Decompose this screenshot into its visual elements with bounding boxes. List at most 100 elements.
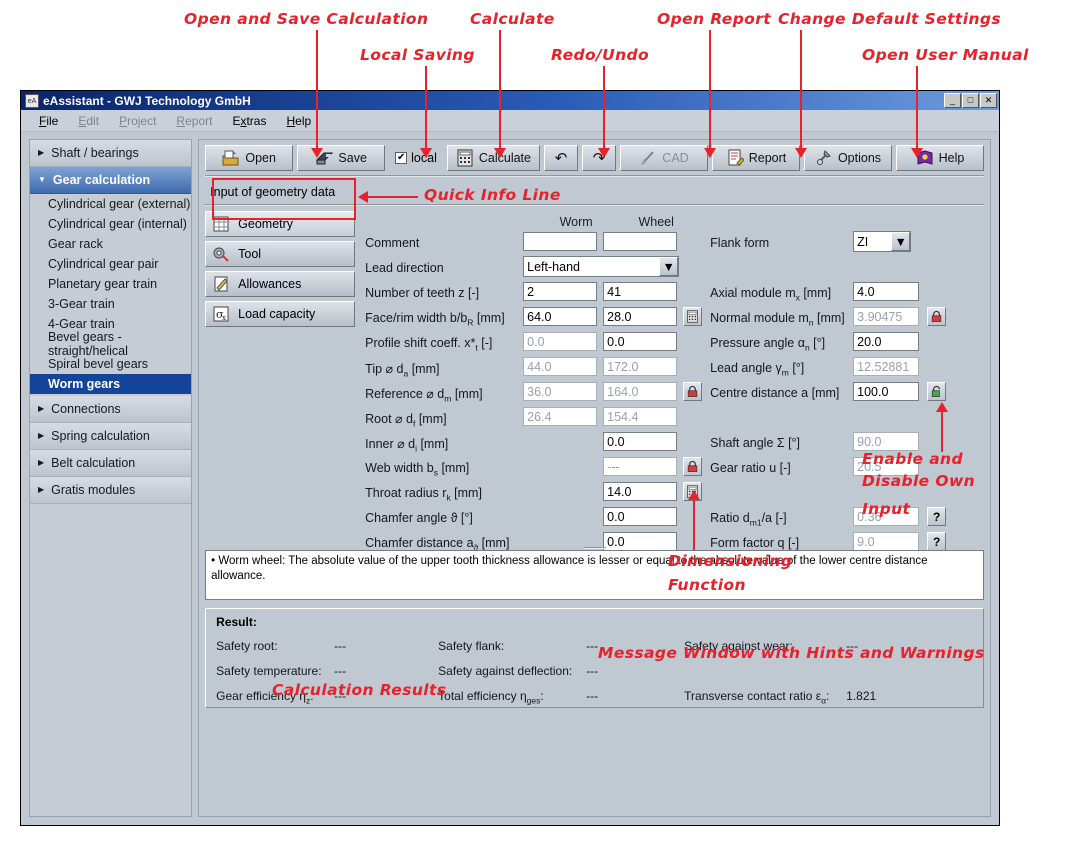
local-checkbox-label: local: [411, 151, 437, 165]
field-comment-worm[interactable]: [523, 232, 597, 251]
menu-report[interactable]: Report: [166, 112, 222, 130]
combo-lead-direction[interactable]: Left-hand ▼: [523, 256, 679, 277]
dimension-throat-radius-button[interactable]: [683, 482, 702, 501]
cad-button[interactable]: CAD: [620, 145, 708, 171]
label-pressure-angle: Pressure angle αn [°]: [710, 336, 825, 353]
label-comment: Comment: [365, 236, 419, 250]
dimension-face-width-button[interactable]: [683, 307, 702, 326]
tab-tool[interactable]: Tool: [205, 241, 355, 267]
sidebar-item-bevel-gears[interactable]: Bevel gears - straight/helical: [30, 334, 191, 354]
field-chamfer-angle-wheel[interactable]: 0.0: [603, 507, 677, 526]
field-throat-radius-wheel[interactable]: 14.0: [603, 482, 677, 501]
options-button[interactable]: Options: [804, 145, 892, 171]
menu-extras[interactable]: Extras: [222, 112, 276, 130]
annotation-local-saving: Local Saving: [360, 46, 475, 64]
result-label-safety-wear: Safety against wear:: [684, 639, 793, 653]
minimize-button[interactable]: _: [944, 93, 961, 108]
field-teeth-worm[interactable]: 2: [523, 282, 597, 301]
field-comment-wheel[interactable]: [603, 232, 677, 251]
work-area: ▶ Shaft / bearings ▼ Gear calculation Cy…: [21, 131, 999, 825]
sidebar-item-gear-rack[interactable]: Gear rack: [30, 234, 191, 254]
tab-allowances[interactable]: Allowances: [205, 271, 355, 297]
lock-centre-distance-button[interactable]: [927, 382, 946, 401]
redo-button[interactable]: ↷: [582, 145, 616, 171]
sidebar-item-cylindrical-gear-internal[interactable]: Cylindrical gear (internal): [30, 214, 191, 234]
tab-load-capacity[interactable]: σ x Load capacity: [205, 301, 355, 327]
result-title: Result:: [216, 615, 973, 629]
undo-button[interactable]: ↶: [544, 145, 578, 171]
field-profile-shift-wheel[interactable]: 0.0: [603, 332, 677, 351]
calculate-button[interactable]: Calculate: [447, 145, 540, 171]
report-button-label: Report: [749, 151, 787, 165]
window-controls: _ □ ✕: [944, 93, 997, 108]
result-label-total-efficiency: Total efficiency ηges:: [438, 689, 544, 705]
sidebar-item-cylindrical-gear-external[interactable]: Cylindrical gear (external): [30, 194, 191, 214]
quick-info-text: Input of geometry data: [210, 185, 335, 199]
help-book-icon: [916, 149, 934, 167]
chevron-down-icon[interactable]: ▼: [891, 232, 910, 251]
help-ratio-dm1-a-button[interactable]: ?: [927, 507, 946, 526]
label-tip-diameter: Tip ⌀ da [mm]: [365, 361, 439, 379]
label-lead-direction: Lead direction: [365, 261, 444, 275]
sidebar-group-gratis-modules[interactable]: ▶ Gratis modules: [30, 477, 191, 504]
menu-help[interactable]: Help: [276, 112, 321, 130]
report-document-icon: [726, 149, 744, 167]
sidebar-group-spring-calculation[interactable]: ▶ Spring calculation: [30, 423, 191, 450]
chevron-down-icon: ▼: [38, 176, 46, 184]
chevron-right-icon: ▶: [38, 432, 44, 440]
sidebar-label: Gratis modules: [51, 483, 135, 497]
sidebar-item-worm-gears[interactable]: Worm gears: [30, 374, 191, 394]
maximize-button[interactable]: □: [962, 93, 979, 108]
calculate-button-label: Calculate: [479, 151, 531, 165]
tab-label: Geometry: [238, 217, 293, 231]
open-button[interactable]: Open: [205, 145, 293, 171]
sidebar-item-cylindrical-gear-pair[interactable]: Cylindrical gear pair: [30, 254, 191, 274]
cad-ruler-icon: [639, 149, 657, 167]
sidebar-label: Spring calculation: [51, 429, 150, 443]
calculator-icon: [686, 485, 699, 498]
quick-info-line: Input of geometry data: [205, 175, 984, 207]
label-root-diameter: Root ⌀ df [mm]: [365, 411, 446, 429]
field-shaft-angle: 90.0: [853, 432, 919, 451]
chevron-down-icon[interactable]: ▼: [659, 257, 678, 276]
close-button[interactable]: ✕: [980, 93, 997, 108]
sidebar-group-belt-calculation[interactable]: ▶ Belt calculation: [30, 450, 191, 477]
local-checkbox[interactable]: ✔ local: [389, 151, 443, 165]
field-teeth-wheel[interactable]: 41: [603, 282, 677, 301]
sidebar-group-connections[interactable]: ▶ Connections: [30, 396, 191, 423]
sidebar-group-shaft-bearings[interactable]: ▶ Shaft / bearings: [30, 140, 191, 167]
help-button[interactable]: Help: [896, 145, 984, 171]
field-face-width-wheel[interactable]: 28.0: [603, 307, 677, 326]
field-inner-dia-wheel[interactable]: 0.0: [603, 432, 677, 451]
main-panel: Open Save ✔ local: [198, 139, 991, 817]
field-profile-shift-worm[interactable]: 0.0: [523, 332, 597, 351]
label-reference-diameter: Reference ⌀ dm [mm]: [365, 386, 482, 404]
result-label-safety-deflection: Safety against deflection:: [438, 664, 572, 678]
save-button[interactable]: Save: [297, 145, 385, 171]
app-icon: eA: [25, 94, 39, 108]
field-face-width-worm[interactable]: 64.0: [523, 307, 597, 326]
menu-file[interactable]: File: [29, 112, 68, 130]
menu-edit[interactable]: Edit: [68, 112, 109, 130]
field-pressure-angle[interactable]: 20.0: [853, 332, 919, 351]
window-title: eAssistant - GWJ Technology GmbH: [43, 94, 944, 108]
field-axial-module[interactable]: 4.0: [853, 282, 919, 301]
report-button[interactable]: Report: [712, 145, 800, 171]
lock-web-width-button[interactable]: [683, 457, 702, 476]
sidebar-item-planetary-gear-train[interactable]: Planetary gear train: [30, 274, 191, 294]
tab-label: Load capacity: [238, 307, 315, 321]
combo-flank-form[interactable]: ZI ▼: [853, 231, 911, 252]
menu-project[interactable]: Project: [109, 112, 166, 130]
module-sidebar: ▶ Shaft / bearings ▼ Gear calculation Cy…: [29, 139, 192, 817]
result-value-safety-deflection: ---: [586, 664, 598, 678]
pencil-icon: [212, 275, 230, 293]
tab-label: Allowances: [238, 277, 301, 291]
tab-geometry[interactable]: Geometry: [205, 211, 355, 237]
lock-reference-diameter-button[interactable]: [683, 382, 702, 401]
lock-normal-module-button[interactable]: [927, 307, 946, 326]
field-centre-distance[interactable]: 100.0: [853, 382, 919, 401]
menu-bar: File Edit Project Report Extras Help: [21, 110, 999, 132]
tab-column: Geometry Tool: [205, 211, 355, 331]
sidebar-group-gear-calculation[interactable]: ▼ Gear calculation: [30, 167, 191, 194]
sidebar-item-3-gear-train[interactable]: 3-Gear train: [30, 294, 191, 314]
